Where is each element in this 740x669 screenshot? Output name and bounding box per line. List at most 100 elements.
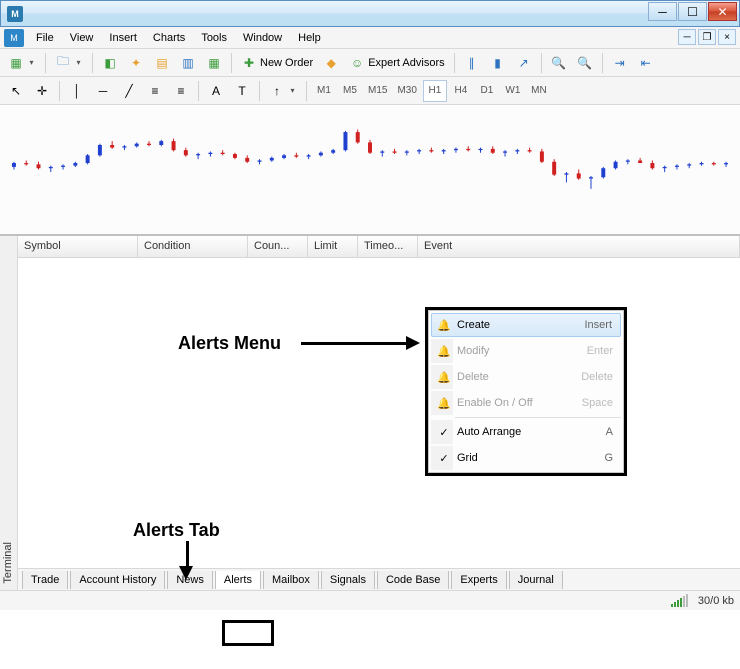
mdi-restore-button[interactable]: ❐ — [698, 29, 716, 45]
ctx-modify: 🔔ModifyEnter — [431, 339, 621, 363]
timeframe-mn[interactable]: MN — [527, 80, 551, 102]
menu-charts[interactable]: Charts — [145, 29, 193, 47]
terminal-toggle-button[interactable]: ▥ — [176, 52, 200, 74]
navigator-button[interactable]: ✦ — [124, 52, 148, 74]
window-maximize-button[interactable]: ☐ — [678, 2, 707, 21]
annotation-alerts-menu: Alerts Menu — [178, 333, 281, 354]
ctx-create[interactable]: 🔔CreateInsert — [431, 313, 621, 337]
menu-help[interactable]: Help — [290, 29, 329, 47]
bar-chart-button[interactable]: ∥ — [460, 52, 484, 74]
new-order-label: New Order — [260, 57, 313, 69]
zoom-out-icon: 🔍 — [577, 55, 593, 71]
diamond-icon: ◆ — [323, 55, 339, 71]
market-watch-button[interactable]: ◧ — [98, 52, 122, 74]
horizontal-line-button[interactable]: ─ — [91, 80, 115, 102]
chart-shift-icon: ⇤ — [638, 55, 654, 71]
annotation-arrow-1 — [406, 336, 420, 350]
ctx-auto-arrange[interactable]: ✓Auto ArrangeA — [431, 420, 621, 444]
bar-chart-icon: ∥ — [464, 55, 480, 71]
connection-bars-icon — [671, 595, 688, 607]
tab-mailbox[interactable]: Mailbox — [263, 571, 319, 589]
chart-shift-button[interactable]: ⇤ — [634, 52, 658, 74]
annotation-arrow-2 — [179, 566, 193, 580]
crosshair-button[interactable]: ✛ — [30, 80, 54, 102]
arrows-button[interactable]: ↑▾ — [265, 80, 301, 102]
timeframe-w1[interactable]: W1 — [501, 80, 525, 102]
profiles-button[interactable]: 🗀▾ — [51, 52, 87, 74]
strategy-tester-button[interactable]: ▦ — [202, 52, 226, 74]
tab-experts[interactable]: Experts — [451, 571, 506, 589]
tab-alerts[interactable]: Alerts — [215, 571, 261, 589]
mdi-close-button[interactable]: × — [718, 29, 736, 45]
annotation-line-1 — [301, 342, 409, 345]
menu-insert[interactable]: Insert — [101, 29, 145, 47]
bell-edit-icon: 🔔 — [435, 345, 453, 358]
alerts-context-menu: 🔔CreateInsert🔔ModifyEnter🔔DeleteDelete🔔E… — [425, 307, 627, 476]
menu-window[interactable]: Window — [235, 29, 290, 47]
text-label-button[interactable]: T — [230, 80, 254, 102]
timeframe-d1[interactable]: D1 — [475, 80, 499, 102]
mdi-minimize-button[interactable]: ─ — [678, 29, 696, 45]
tab-account-history[interactable]: Account History — [70, 571, 165, 589]
candle-chart-icon: ▮ — [490, 55, 506, 71]
market-watch-icon: ◧ — [102, 55, 118, 71]
annotation-box-alerts-tab — [222, 620, 274, 646]
tab-code-base[interactable]: Code Base — [377, 571, 449, 589]
data-window-button[interactable]: ▤ — [150, 52, 174, 74]
hline-icon: ─ — [95, 83, 111, 99]
terminal-content[interactable]: 🔔CreateInsert🔔ModifyEnter🔔DeleteDelete🔔E… — [18, 258, 740, 568]
new-chart-button[interactable]: ▦▾ — [4, 52, 40, 74]
col-timeout[interactable]: Timeo... — [358, 236, 418, 257]
menu-view[interactable]: View — [62, 29, 102, 47]
terminal-side-label-area: Terminal — [0, 236, 18, 590]
plus-chart-icon: ▦ — [8, 55, 24, 71]
auto-scroll-button[interactable]: ⇥ — [608, 52, 632, 74]
col-counter[interactable]: Coun... — [248, 236, 308, 257]
zoom-in-button[interactable]: 🔍 — [547, 52, 571, 74]
bell-plus-icon: 🔔 — [435, 319, 453, 332]
timeframe-h4[interactable]: H4 — [449, 80, 473, 102]
fibonacci-button[interactable]: ≡ — [169, 80, 193, 102]
window-close-button[interactable]: ✕ — [708, 2, 737, 21]
app-menu-icon[interactable]: M — [4, 29, 24, 47]
auto-scroll-icon: ⇥ — [612, 55, 628, 71]
timeframe-m5[interactable]: M5 — [338, 80, 362, 102]
bell-x-icon: 🔔 — [435, 371, 453, 384]
expert-advisors-label: Expert Advisors — [368, 57, 444, 69]
timeframe-m15[interactable]: M15 — [364, 80, 391, 102]
annotation-line-2 — [186, 541, 189, 569]
chart-area[interactable] — [0, 105, 740, 235]
terminal-icon: ▥ — [180, 55, 196, 71]
col-event[interactable]: Event — [418, 236, 740, 257]
candlestick-chart — [0, 105, 740, 234]
new-order-button[interactable]: ✚New Order — [237, 52, 317, 74]
tab-trade[interactable]: Trade — [22, 571, 68, 589]
timeframe-h1[interactable]: H1 — [423, 80, 447, 102]
menu-tools[interactable]: Tools — [193, 29, 235, 47]
zoom-out-button[interactable]: 🔍 — [573, 52, 597, 74]
metaquotes-button[interactable]: ◆ — [319, 52, 343, 74]
candle-chart-button[interactable]: ▮ — [486, 52, 510, 74]
line-chart-button[interactable]: ↗ — [512, 52, 536, 74]
ctx-grid[interactable]: ✓GridG — [431, 446, 621, 470]
col-limit[interactable]: Limit — [308, 236, 358, 257]
cursor-button[interactable]: ↖ — [4, 80, 28, 102]
tab-signals[interactable]: Signals — [321, 571, 375, 589]
toolbar-main: ▦▾ 🗀▾ ◧ ✦ ▤ ▥ ▦ ✚New Order ◆ ☺Expert Adv… — [0, 49, 740, 77]
expert-advisors-button[interactable]: ☺Expert Advisors — [345, 52, 448, 74]
menubar: M File View Insert Charts Tools Window H… — [0, 27, 740, 49]
window-minimize-button[interactable]: ─ — [648, 2, 677, 21]
trendline-button[interactable]: ╱ — [117, 80, 141, 102]
col-condition[interactable]: Condition — [138, 236, 248, 257]
col-symbol[interactable]: Symbol — [18, 236, 138, 257]
timeframe-m1[interactable]: M1 — [312, 80, 336, 102]
tab-journal[interactable]: Journal — [509, 571, 563, 589]
text-tool-button[interactable]: A — [204, 80, 228, 102]
vertical-line-button[interactable]: │ — [65, 80, 89, 102]
cursor-icon: ↖ — [8, 83, 24, 99]
channel-button[interactable]: ≡ — [143, 80, 167, 102]
menu-file[interactable]: File — [28, 29, 62, 47]
timeframe-m30[interactable]: M30 — [393, 80, 420, 102]
annotation-alerts-tab: Alerts Tab — [133, 520, 220, 541]
label-icon: T — [234, 83, 250, 99]
